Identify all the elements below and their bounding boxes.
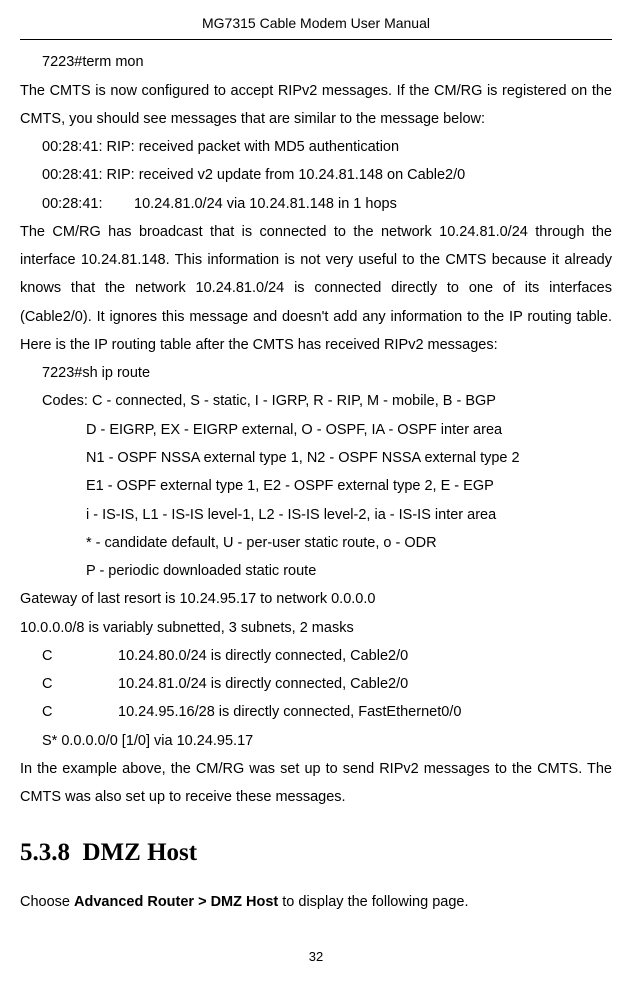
codes-line: D - EIGRP, EX - EIGRP external, O - OSPF… <box>20 416 612 444</box>
log-line-3-timestamp: 00:28:41: <box>42 190 134 218</box>
codes-line: P - periodic downloaded static route <box>20 557 612 585</box>
route-code: C <box>20 670 118 698</box>
log-line-3: 00:28:41:10.24.81.0/24 via 10.24.81.148 … <box>20 190 612 218</box>
route-detail: 10.24.80.0/24 is directly connected, Cab… <box>118 642 612 670</box>
codes-line: * - candidate default, U - per-user stat… <box>20 529 612 557</box>
gateway-line: Gateway of last resort is 10.24.95.17 to… <box>20 585 612 613</box>
route-entry: C 10.24.80.0/24 is directly connected, C… <box>20 642 612 670</box>
route-code: C <box>20 642 118 670</box>
codes-line: N1 - OSPF NSSA external type 1, N2 - OSP… <box>20 444 612 472</box>
choose-instruction: Choose Advanced Router > DMZ Host to dis… <box>20 888 612 916</box>
route-detail: 10.24.81.0/24 is directly connected, Cab… <box>118 670 612 698</box>
example-paragraph: In the example above, the CM/RG was set … <box>20 755 612 812</box>
document-header: MG7315 Cable Modem User Manual <box>20 10 612 40</box>
route-code: C <box>20 698 118 726</box>
page-number: 32 <box>20 944 612 969</box>
choose-prefix: Choose <box>20 894 74 910</box>
static-route-line: S* 0.0.0.0/0 [1/0] via 10.24.95.17 <box>20 727 612 755</box>
log-line-1: 00:28:41: RIP: received packet with MD5 … <box>20 133 612 161</box>
codes-line: E1 - OSPF external type 1, E2 - OSPF ext… <box>20 472 612 500</box>
choose-suffix: to display the following page. <box>278 894 468 910</box>
show-ip-route-command: 7223#sh ip route <box>20 359 612 387</box>
terminal-command: 7223#term mon <box>20 48 612 76</box>
subnet-line: 10.0.0.0/8 is variably subnetted, 3 subn… <box>20 614 612 642</box>
log-line-2: 00:28:41: RIP: received v2 update from 1… <box>20 161 612 189</box>
section-heading-dmz-host: 5.3.8 DMZ Host <box>20 829 612 878</box>
route-entry: C 10.24.81.0/24 is directly connected, C… <box>20 670 612 698</box>
section-number: 5.3.8 <box>20 839 70 866</box>
section-title: DMZ Host <box>83 839 198 866</box>
codes-line: i - IS-IS, L1 - IS-IS level-1, L2 - IS-I… <box>20 501 612 529</box>
route-entry: C 10.24.95.16/28 is directly connected, … <box>20 698 612 726</box>
broadcast-paragraph: The CM/RG has broadcast that is connecte… <box>20 218 612 359</box>
choose-menu-path: Advanced Router > DMZ Host <box>74 894 278 910</box>
codes-header-line: Codes: C - connected, S - static, I - IG… <box>20 387 612 415</box>
log-line-3-content: 10.24.81.0/24 via 10.24.81.148 in 1 hops <box>134 196 397 212</box>
cmts-intro-paragraph: The CMTS is now configured to accept RIP… <box>20 77 612 134</box>
route-detail: 10.24.95.16/28 is directly connected, Fa… <box>118 698 612 726</box>
